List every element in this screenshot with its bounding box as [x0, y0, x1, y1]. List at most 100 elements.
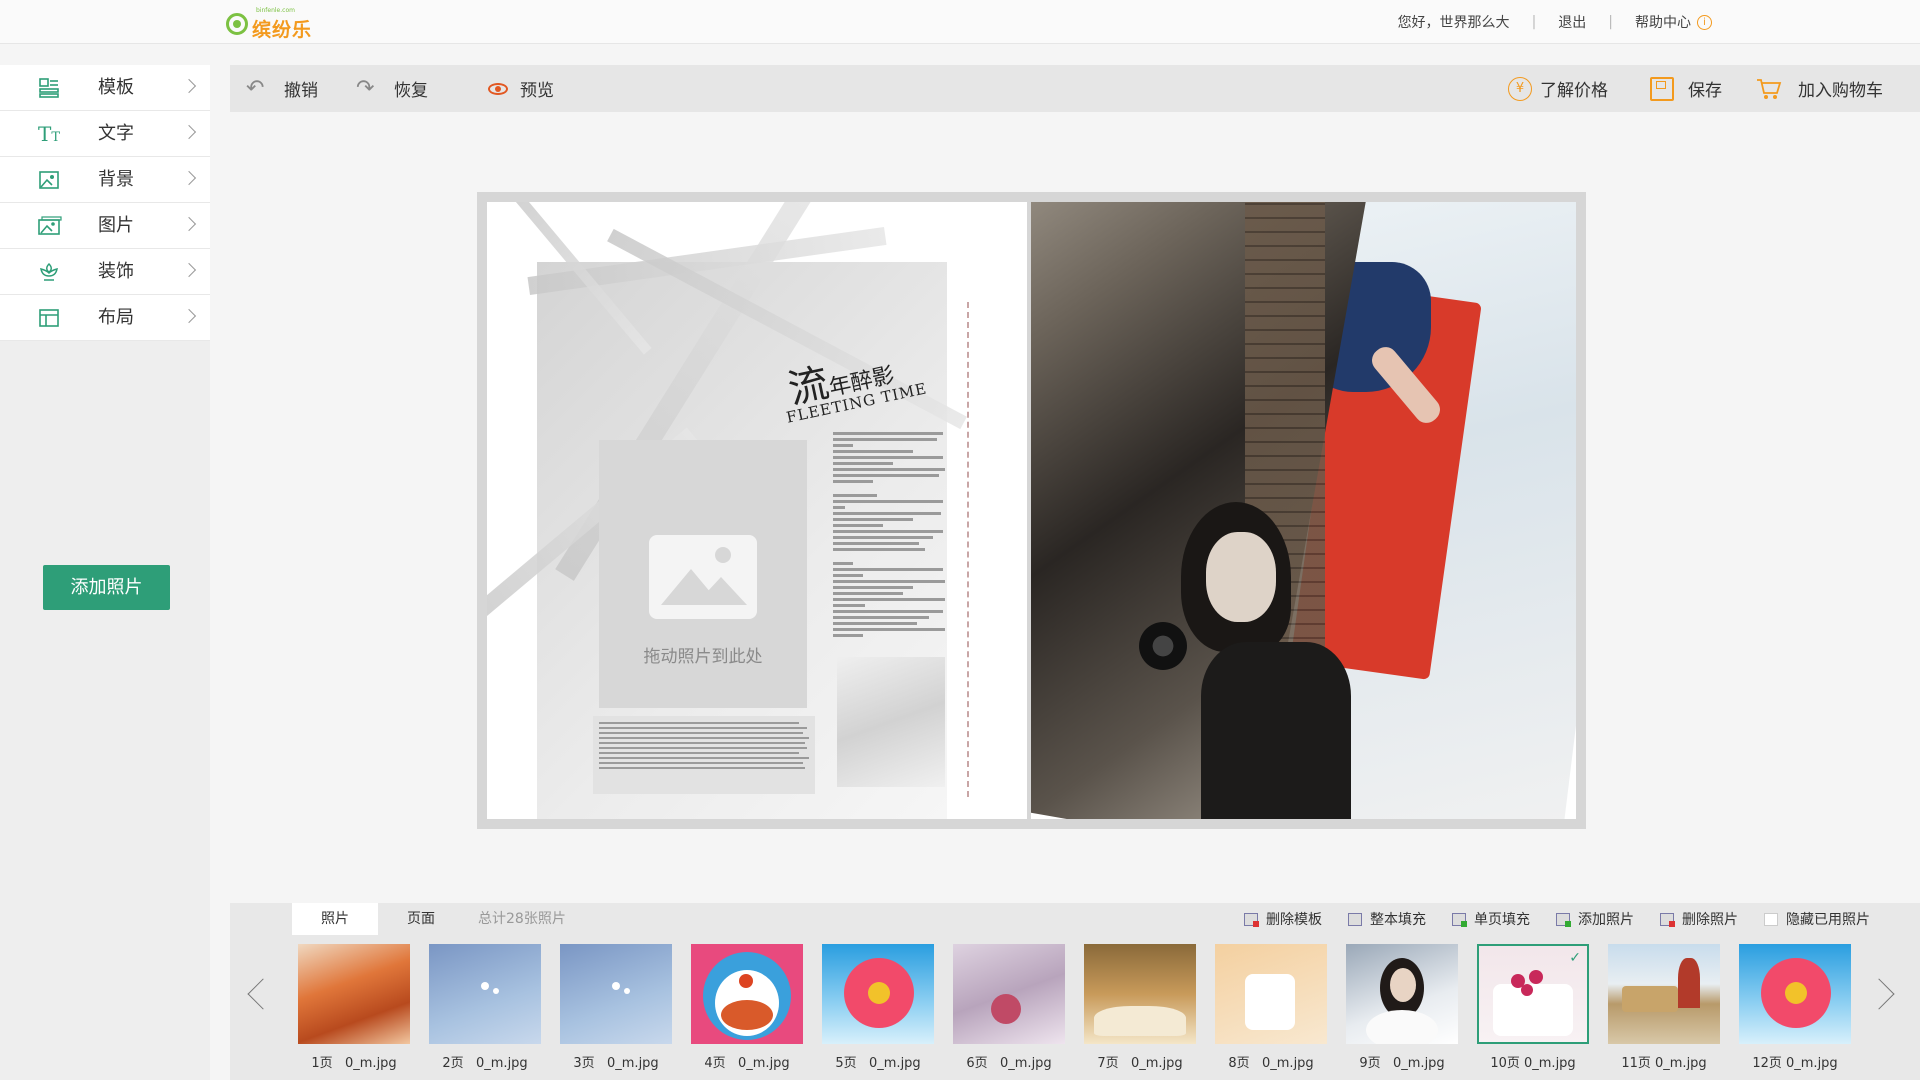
chevron-right-icon[interactable]: [1863, 978, 1895, 1010]
decorative-text-column[interactable]: [833, 432, 945, 640]
nav-separator: |: [1608, 14, 1613, 30]
sidebar-item-label: 装饰: [98, 261, 134, 282]
tab-pages[interactable]: 页面: [378, 903, 464, 935]
action-label: 隐藏已用照片: [1786, 912, 1870, 928]
decoration-icon: [38, 261, 60, 283]
thumbnail-item[interactable]: 8页 0_m.jpg: [1215, 944, 1327, 1071]
thumbnail-image: [953, 944, 1065, 1044]
photo-count: 总计28张照片: [478, 911, 566, 927]
thumbnail-image: [822, 944, 934, 1044]
chevron-right-icon: [181, 262, 197, 278]
redo-label: 恢复: [394, 81, 428, 101]
background-icon: [38, 169, 60, 191]
right-page[interactable]: [1031, 202, 1576, 819]
thumbnail-item[interactable]: 11页 0_m.jpg: [1608, 944, 1720, 1071]
thumbnail-image: [298, 944, 410, 1044]
sidebar-item-label: 图片: [98, 215, 134, 236]
logout-link[interactable]: 退出: [1558, 12, 1586, 32]
delete-photo-icon: [1660, 912, 1675, 927]
delete-template-icon: [1244, 912, 1259, 927]
fill-page-button[interactable]: 单页填充: [1452, 909, 1530, 929]
eye-icon: [488, 77, 510, 101]
lace-photo-frame[interactable]: [837, 657, 945, 787]
photo-drop-zone[interactable]: 拖动照片到此处: [599, 440, 807, 708]
fill-book-icon: [1348, 912, 1362, 926]
thumbnail-strip: 1页 0_m.jpg 2页 0_m.jpg 3页 0_m.jpg 4页 0_m.…: [298, 944, 1863, 1074]
save-icon: [1650, 76, 1674, 101]
photo-panel: 照片 页面 总计28张照片 删除模板 整本填充 单页填充 添加照片 删除照片 隐…: [230, 903, 1920, 1080]
thumbnail-caption: 2页 0_m.jpg: [442, 1056, 528, 1071]
page-canvas[interactable]: 流年醉影 FLEETING TIME 拖动照片到此处: [477, 192, 1586, 829]
photo-actions: 删除模板 整本填充 单页填充 添加照片 删除照片 隐藏已用照片: [1218, 903, 1870, 935]
save-label: 保存: [1688, 81, 1722, 101]
thumbnail-item[interactable]: 9页 0_m.jpg: [1346, 944, 1458, 1071]
help-center-link[interactable]: 帮助中心: [1635, 12, 1691, 32]
chevron-right-icon: [181, 124, 197, 140]
sidebar-item-layout[interactable]: 布局: [0, 295, 210, 341]
fill-page-icon: [1452, 912, 1467, 927]
thumbnail-image: [1608, 944, 1720, 1044]
check-icon: ✓: [1569, 950, 1581, 966]
thumbnail-item[interactable]: 6页 0_m.jpg: [953, 944, 1065, 1071]
logo-ring-icon: [226, 13, 248, 35]
nav-separator: |: [1531, 14, 1537, 30]
sidebar-item-label: 背景: [98, 169, 134, 190]
preview-button[interactable]: 预览: [488, 65, 554, 112]
thumbnail-item[interactable]: 1页 0_m.jpg: [298, 944, 410, 1071]
image-icon: [38, 215, 62, 237]
add-photo-button[interactable]: 添加照片: [43, 565, 170, 610]
thumbnail-caption: 6页 0_m.jpg: [966, 1056, 1052, 1071]
redo-icon: ↷: [356, 75, 375, 101]
delete-photo-button[interactable]: 删除照片: [1660, 909, 1738, 929]
thumbnail-item[interactable]: 3页 0_m.jpg: [560, 944, 672, 1071]
thumbnail-item[interactable]: 4页 0_m.jpg: [691, 944, 803, 1071]
checkbox-icon[interactable]: [1764, 912, 1778, 926]
delete-template-button[interactable]: 删除模板: [1244, 909, 1322, 929]
add-photo-icon: [1556, 912, 1571, 927]
thumbnail-image: [1215, 944, 1327, 1044]
add-photo-action-button[interactable]: 添加照片: [1556, 909, 1634, 929]
thumbnail-image: [429, 944, 541, 1044]
thumbnail-image: [1084, 944, 1196, 1044]
thumbnail-image: [1346, 944, 1458, 1044]
hide-used-photos-toggle[interactable]: 隐藏已用照片: [1764, 909, 1870, 929]
thumbnail-item[interactable]: 2页 0_m.jpg: [429, 944, 541, 1071]
thumbnail-item[interactable]: ✓ 10页 0_m.jpg: [1477, 944, 1589, 1071]
editor-toolbar: ↶ 撤销 ↷ 恢复 预览 ¥ 了解价格 保存 加入购物车: [230, 65, 1920, 112]
undo-button[interactable]: ↶ 撤销: [246, 65, 318, 112]
thumbnail-image: [1739, 944, 1851, 1044]
add-to-cart-button[interactable]: 加入购物车: [1756, 65, 1883, 112]
info-icon[interactable]: i: [1697, 14, 1712, 30]
chevron-left-icon[interactable]: [247, 978, 279, 1010]
undo-label: 撤销: [284, 81, 318, 101]
thumbnail-item[interactable]: 5页 0_m.jpg: [822, 944, 934, 1071]
sidebar-item-background[interactable]: 背景: [0, 157, 210, 203]
photo-detail: [1139, 622, 1187, 670]
thumbnail-image: [691, 944, 803, 1044]
left-page[interactable]: 流年醉影 FLEETING TIME 拖动照片到此处: [487, 202, 1027, 819]
sidebar-item-template[interactable]: 模板: [0, 65, 210, 111]
action-label: 整本填充: [1370, 912, 1426, 928]
action-label: 删除模板: [1266, 912, 1322, 928]
decorative-text-block[interactable]: [593, 716, 815, 794]
save-button[interactable]: 保存: [1650, 65, 1722, 112]
fill-book-button[interactable]: 整本填充: [1348, 909, 1426, 929]
redo-button[interactable]: ↷ 恢复: [356, 65, 428, 112]
thumbnail-item[interactable]: 7页 0_m.jpg: [1084, 944, 1196, 1071]
sidebar-item-decoration[interactable]: 装饰: [0, 249, 210, 295]
thumbnail-image: ✓: [1477, 944, 1589, 1044]
user-nav: 您好，世界那么大 | 退出 | 帮助中心 i: [1398, 0, 1712, 44]
tab-photos[interactable]: 照片: [292, 903, 378, 935]
drop-zone-label: 拖动照片到此处: [643, 647, 763, 667]
yuan-icon: ¥: [1508, 76, 1532, 101]
sidebar-item-text[interactable]: TT 文字: [0, 111, 210, 157]
sidebar-item-image[interactable]: 图片: [0, 203, 210, 249]
price-label: 了解价格: [1540, 81, 1608, 101]
left-sidebar: 模板 TT 文字 背景 图片 装饰 布局 添加照片: [0, 65, 210, 1080]
price-button[interactable]: ¥ 了解价格: [1508, 65, 1608, 112]
top-header: binfenle.com 缤纷乐 您好，世界那么大 | 退出 | 帮助中心 i: [0, 0, 1920, 44]
brand-logo[interactable]: binfenle.com 缤纷乐: [226, 7, 312, 41]
text-icon: TT: [38, 122, 61, 146]
chevron-right-icon: [181, 216, 197, 232]
thumbnail-item[interactable]: 12页 0_m.jpg: [1739, 944, 1851, 1071]
